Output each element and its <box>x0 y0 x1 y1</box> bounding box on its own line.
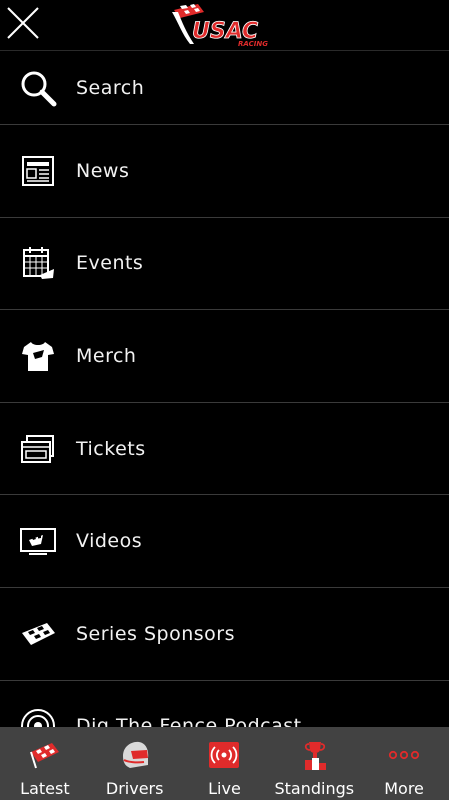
newspaper-icon <box>18 151 58 191</box>
close-icon <box>7 7 39 39</box>
tab-label: Live <box>208 779 241 798</box>
menu-item-label: Dig The Fence Podcast <box>76 715 302 727</box>
menu-item-podcast[interactable]: Dig The Fence Podcast <box>0 681 449 727</box>
menu-item-label: Videos <box>76 530 143 553</box>
tickets-icon <box>18 429 58 469</box>
tab-label: Standings <box>274 779 355 798</box>
helmet-icon <box>117 737 153 773</box>
calendar-icon <box>18 243 58 283</box>
menu-item-label: Series Sponsors <box>76 622 235 645</box>
trophy-icon <box>296 737 332 773</box>
menu-item-label: Events <box>76 252 144 275</box>
tab-label: Drivers <box>105 779 164 798</box>
menu-item-search[interactable]: Search <box>0 51 449 125</box>
menu-item-tickets[interactable]: Tickets <box>0 403 449 496</box>
tab-label: More <box>384 779 424 798</box>
tab-label: Latest <box>20 779 70 798</box>
menu-item-label: Tickets <box>76 437 146 460</box>
checkered-flag-icon <box>27 737 63 773</box>
search-icon <box>18 68 58 108</box>
app-header: USAC RACING <box>0 0 449 51</box>
close-button[interactable] <box>4 4 42 42</box>
podcast-icon <box>18 706 58 727</box>
menu-item-events[interactable]: Events <box>0 218 449 311</box>
more-dots-icon <box>386 737 422 773</box>
menu-item-label: News <box>76 159 130 182</box>
tab-more[interactable]: More <box>359 727 449 800</box>
menu-item-merch[interactable]: Merch <box>0 310 449 403</box>
tshirt-icon <box>18 336 58 376</box>
tab-latest[interactable]: Latest <box>0 727 90 800</box>
flag-icon <box>18 614 58 654</box>
tv-icon <box>18 521 58 561</box>
menu-item-videos[interactable]: Videos <box>0 495 449 588</box>
bottom-tab-bar: Latest Drivers Live Standings More <box>0 727 449 800</box>
logo-subtext: RACING <box>238 40 268 48</box>
menu-item-label: Merch <box>76 344 137 367</box>
menu-item-label: Search <box>76 76 145 99</box>
tab-live[interactable]: Live <box>180 727 270 800</box>
live-radio-icon <box>206 737 242 773</box>
menu-item-news[interactable]: News <box>0 125 449 218</box>
usac-logo: USAC RACING <box>168 2 278 48</box>
menu-item-series-sponsors[interactable]: Series Sponsors <box>0 588 449 681</box>
side-menu: Search News Events Merch Tickets Videos … <box>0 51 449 727</box>
tab-drivers[interactable]: Drivers <box>90 727 180 800</box>
tab-standings[interactable]: Standings <box>269 727 359 800</box>
